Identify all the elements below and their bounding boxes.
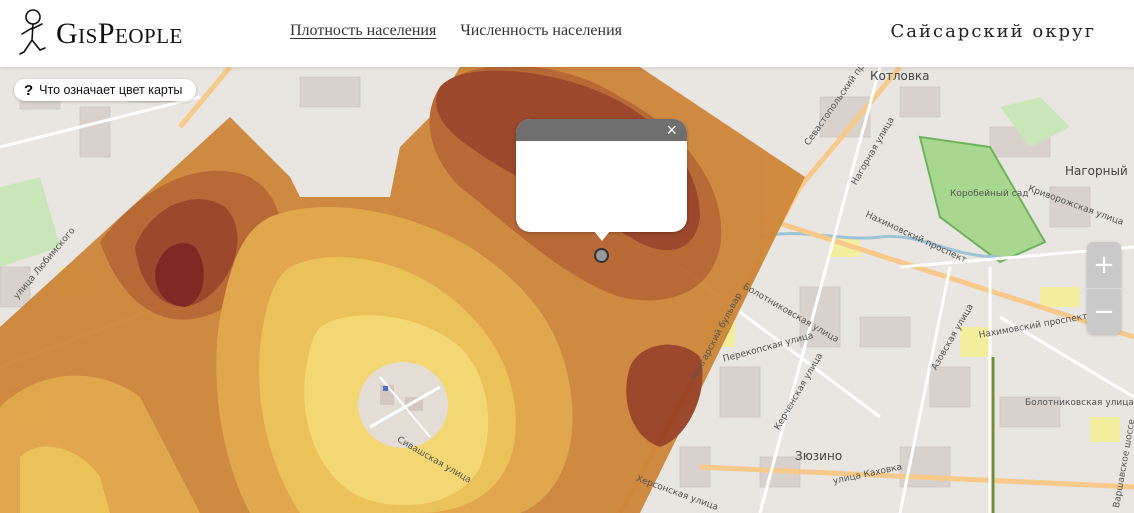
nav-population[interactable]: Численность населения (460, 22, 622, 40)
zoom-out-button[interactable]: − (1087, 288, 1121, 334)
overlay-hole (358, 362, 448, 448)
place-label-nagorny: Нагорный (1065, 164, 1128, 178)
question-icon: ? (24, 81, 34, 99)
map-view[interactable]: Котловка Нагорный Зюзино Коробейный сад … (0, 67, 1134, 513)
map-popup: × (516, 119, 687, 232)
region-selector[interactable]: Сайсарский округ (890, 21, 1096, 42)
close-icon[interactable]: × (666, 120, 677, 140)
main-nav: Плотность населения Численность населени… (290, 22, 622, 40)
popup-header: × (516, 119, 687, 141)
logo[interactable]: GisPeople (14, 8, 183, 60)
header: GisPeople Плотность населения Численност… (0, 0, 1134, 67)
nav-density[interactable]: Плотность населения (290, 22, 436, 40)
zoom-control: + − (1087, 242, 1121, 334)
walking-person-icon (19, 9, 46, 55)
logo-text: GisPeople (56, 17, 183, 50)
zoom-in-button[interactable]: + (1087, 242, 1121, 288)
location-marker[interactable] (594, 248, 609, 263)
popup-tip (594, 231, 610, 241)
place-label-kotlovka: Котловка (870, 69, 930, 83)
help-label: Что означает цвет карты (39, 83, 183, 97)
map-legend-help-button[interactable]: ? Что означает цвет карты (14, 79, 197, 101)
place-label-zyuzino: Зюзино (795, 449, 843, 463)
place-label-korobeyniy: Коробейный сад (950, 189, 1029, 199)
street-bolotnikovskaya-2: Болотниковская улица (1025, 398, 1134, 408)
